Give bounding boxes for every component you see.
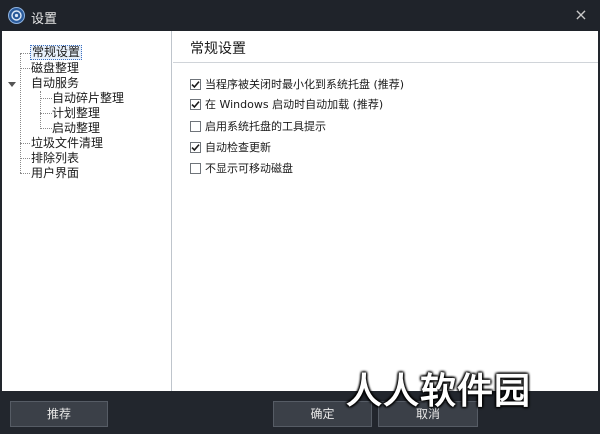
tree-connector — [40, 113, 52, 114]
tree-connector — [40, 98, 52, 99]
option-label: 当程序被关闭时最小化到系统托盘 (推荐) — [205, 78, 405, 91]
tree-connector — [20, 68, 30, 69]
tree-item-boot-defrag[interactable]: 启动整理 — [52, 121, 100, 136]
tree-connector — [20, 53, 30, 54]
option-label: 不显示可移动磁盘 — [205, 162, 293, 175]
tree-item-auto-defrag[interactable]: 自动碎片整理 — [52, 91, 124, 106]
window-title: 设置 — [31, 12, 58, 27]
tree-item-exclude-list[interactable]: 排除列表 — [31, 151, 79, 166]
checkbox-auto-update[interactable] — [190, 141, 201, 153]
watermark-logo: 人人软件园 — [346, 371, 532, 412]
tree-item-defrag[interactable]: 磁盘整理 — [31, 61, 79, 76]
tree-item-scheduled[interactable]: 计划整理 — [52, 106, 100, 121]
option-label: 在 Windows 启动时自动加载 (推荐) — [205, 98, 384, 111]
title-bar[interactable]: 设置 × — [0, 0, 600, 31]
option-label: 自动检查更新 — [205, 141, 271, 154]
tree-connector — [20, 158, 30, 159]
tree-connector — [40, 128, 52, 129]
settings-tree: 常规设置 磁盘整理 自动服务 自动碎片整理 计划整理 启动整理 垃圾文件清理 排… — [2, 31, 172, 391]
option-label: 启用系统托盘的工具提示 — [205, 120, 326, 133]
option-hide-removable[interactable]: 不显示可移动磁盘 — [190, 160, 293, 176]
recommend-button[interactable]: 推荐 — [10, 401, 108, 427]
tree-item-general[interactable]: 常规设置 — [30, 45, 83, 60]
option-minimize-to-tray[interactable]: 当程序被关闭时最小化到系统托盘 (推荐) — [190, 76, 404, 92]
collapse-arrow-icon[interactable] — [8, 82, 16, 87]
option-auto-update[interactable]: 自动检查更新 — [190, 139, 271, 155]
tree-connector — [20, 173, 30, 174]
tree-item-user-interface[interactable]: 用户界面 — [31, 166, 79, 181]
section-divider — [173, 62, 598, 63]
settings-window: 设置 × 常规设置 磁盘整理 自动服务 自动碎片整理 计划整理 启动整理 垃圾文… — [0, 0, 600, 434]
tree-connector — [20, 143, 30, 144]
checkbox-tray-tooltip[interactable] — [190, 120, 201, 132]
app-logo-icon — [8, 7, 25, 24]
tree-connector — [20, 53, 21, 173]
section-title: 常规设置 — [190, 41, 246, 57]
content-area: 常规设置 磁盘整理 自动服务 自动碎片整理 计划整理 启动整理 垃圾文件清理 排… — [2, 31, 598, 391]
settings-panel: 常规设置 当程序被关闭时最小化到系统托盘 (推荐) 在 Windows 启动时自… — [173, 31, 598, 391]
tree-item-auto-service[interactable]: 自动服务 — [31, 76, 79, 91]
checkbox-autostart[interactable] — [190, 98, 201, 110]
close-button[interactable]: × — [572, 6, 590, 24]
checkbox-hide-removable[interactable] — [190, 162, 201, 174]
tree-connector — [40, 91, 41, 129]
option-autostart[interactable]: 在 Windows 启动时自动加载 (推荐) — [190, 96, 383, 112]
tree-item-junk-clean[interactable]: 垃圾文件清理 — [31, 136, 103, 151]
checkbox-minimize-to-tray[interactable] — [190, 78, 201, 90]
option-tray-tooltip[interactable]: 启用系统托盘的工具提示 — [190, 118, 326, 134]
